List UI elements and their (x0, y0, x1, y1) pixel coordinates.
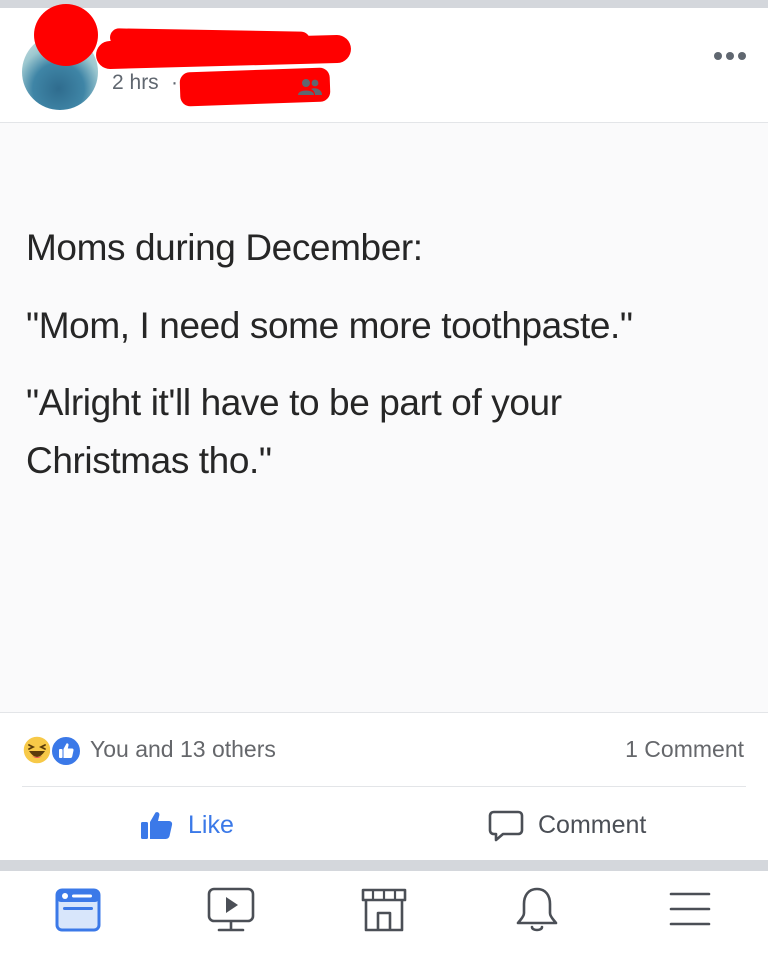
nav-news-feed[interactable] (51, 885, 105, 935)
comment-count-link[interactable]: 1 Comment (625, 736, 744, 763)
bottom-nav (0, 871, 768, 953)
nav-notifications[interactable] (510, 885, 564, 935)
comment-label: Comment (538, 811, 647, 839)
like-icon[interactable] (50, 735, 82, 767)
haha-icon[interactable] (22, 735, 52, 765)
marketplace-icon (361, 888, 407, 932)
nav-watch[interactable] (204, 885, 258, 935)
post-text-line: Christmas tho." (26, 440, 272, 481)
menu-icon (669, 892, 711, 926)
nav-menu[interactable] (663, 885, 717, 935)
thumbs-up-icon (141, 812, 173, 839)
post-timestamp[interactable]: 2 hrs (112, 71, 159, 95)
meta-separator: · (171, 71, 178, 94)
post-content: Moms during December: "Mom, I need some … (0, 123, 768, 713)
post-text-line: "Alright it'll have to be part of your (26, 382, 562, 423)
top-separator (0, 0, 768, 8)
redaction-mark (95, 34, 352, 70)
redaction-mark (34, 4, 98, 66)
news-feed-icon (55, 888, 101, 932)
reaction-summary[interactable]: You and 13 others (90, 736, 276, 763)
comment-button[interactable]: Comment (480, 799, 680, 849)
section-separator (0, 860, 768, 871)
like-label: Like (188, 811, 234, 839)
more-icon[interactable] (713, 51, 747, 61)
nav-marketplace[interactable] (357, 885, 411, 935)
notifications-icon (516, 887, 558, 932)
watch-icon (207, 887, 255, 932)
friends-icon (298, 79, 322, 95)
action-bar: Like Comment (0, 787, 768, 861)
post-header: 2 hrs · (0, 4, 768, 122)
post-text-line: Moms during December: (26, 227, 423, 268)
like-button[interactable]: Like (130, 799, 260, 849)
comment-icon (488, 810, 524, 842)
reaction-bar: You and 13 others 1 Comment (0, 713, 768, 785)
post-text-line: "Mom, I need some more toothpaste." (26, 305, 633, 346)
